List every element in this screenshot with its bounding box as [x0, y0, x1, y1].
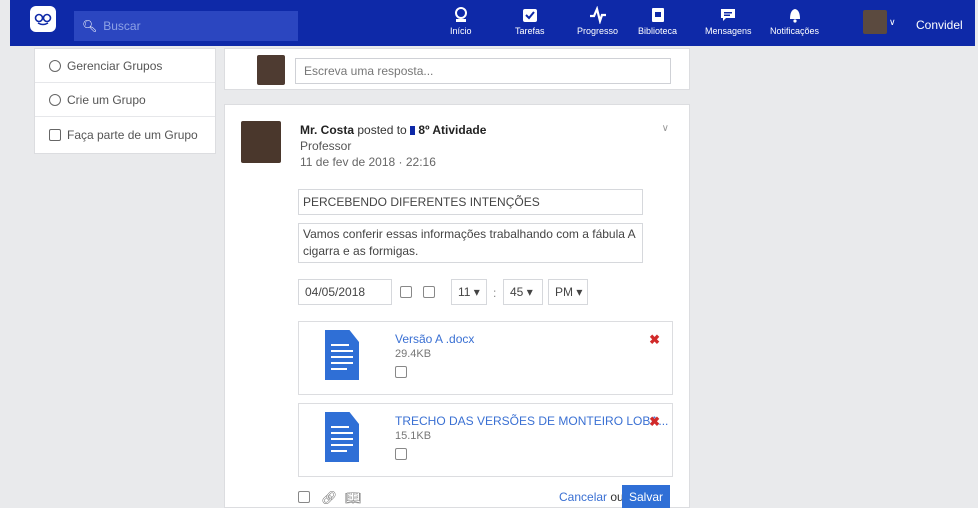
groups-sidebar: Gerenciar Grupos Crie um Grupo Faça part…: [34, 48, 216, 154]
save-button[interactable]: Salvar: [622, 485, 670, 508]
link-icon[interactable]: 🔗︎: [321, 490, 338, 505]
minute-value: 45: [510, 285, 524, 299]
ampm-select[interactable]: PM ▾: [548, 279, 588, 305]
title-field[interactable]: PERCEBENDO DIFERENTES INTENÇÕES: [298, 189, 643, 215]
nav-biblioteca[interactable]: Biblioteca: [638, 6, 677, 36]
reply-input[interactable]: Escreva uma resposta...: [295, 58, 671, 84]
sidebar-item-faca-parte[interactable]: Faça parte de um Grupo: [35, 117, 215, 153]
notifications-icon: [789, 9, 800, 23]
group-color-icon: [410, 126, 416, 135]
attachment-size: 29.4KB: [395, 348, 432, 360]
hour-value: 11: [458, 285, 471, 299]
note-icon[interactable]: [298, 491, 310, 503]
author-name[interactable]: Mr. Costa: [300, 123, 354, 137]
user-name[interactable]: Convidel: [916, 18, 963, 32]
edmodo-logo-icon[interactable]: [30, 6, 56, 32]
nav-inicio[interactable]: Início: [450, 6, 472, 36]
attachment-size: 15.1KB: [395, 430, 432, 442]
attachment-name[interactable]: Versão A .docx: [395, 332, 474, 346]
nav-label: Biblioteca: [638, 26, 678, 36]
author-avatar[interactable]: [241, 121, 281, 163]
comment-icon[interactable]: [395, 366, 407, 378]
cancel-link[interactable]: Cancelar: [559, 490, 607, 504]
plus-circle-icon: [49, 93, 61, 106]
nav-progresso[interactable]: Progresso: [577, 6, 618, 36]
word-document-icon: [325, 330, 359, 380]
top-navigation-bar: 🔍︎ Buscar Início Tarefas Progresso Bibli…: [10, 0, 975, 46]
time-separator: :: [493, 286, 497, 300]
calendar-icon[interactable]: [423, 286, 435, 298]
minute-select[interactable]: 45 ▾: [503, 279, 543, 305]
nav-label: Tarefas: [515, 26, 545, 36]
sidebar-item-gerenciar-grupos[interactable]: Gerenciar Grupos: [35, 49, 215, 83]
comment-icon[interactable]: [395, 448, 407, 460]
nav-tarefas[interactable]: Tarefas: [515, 6, 545, 36]
ampm-value: PM: [555, 285, 573, 299]
sidebar-item-label: Gerenciar Grupos: [67, 58, 163, 73]
post-date: 11 de fev de 2018 · 22:16: [300, 155, 436, 169]
attachment-card[interactable]: Versão A .docx 29.4KB ✖: [298, 321, 673, 395]
group-name[interactable]: 8º Atividade: [418, 123, 486, 137]
remove-attachment-icon[interactable]: ✖: [649, 414, 660, 430]
gear-icon: [49, 59, 61, 72]
cancel-area: Cancelar ou: [559, 490, 624, 504]
user-avatar[interactable]: [863, 10, 887, 34]
chevron-down-icon[interactable]: ∨: [889, 17, 896, 28]
hour-select[interactable]: 11 ▾: [451, 279, 487, 305]
progress-icon: [589, 6, 606, 24]
posted-to-text: posted to: [357, 123, 407, 137]
nav-label: Mensagens: [705, 26, 752, 36]
sidebar-item-label: Crie um Grupo: [67, 92, 146, 107]
attachment-name[interactable]: TRECHO DAS VERSÕES DE MONTEIRO LOBA...: [395, 414, 668, 428]
nav-notificacoes[interactable]: Notificações: [770, 6, 819, 36]
home-icon: [454, 7, 467, 22]
author-role: Professor: [300, 139, 352, 153]
search-icon: 🔍︎: [82, 19, 98, 33]
sidebar-item-label: Faça parte de um Grupo: [67, 128, 198, 142]
nav-label: Início: [450, 26, 472, 36]
reply-card: Escreva uma resposta...: [224, 48, 690, 90]
search-input[interactable]: 🔍︎ Buscar: [74, 11, 298, 41]
library-icon: [651, 8, 664, 22]
post-card: Mr. Costa posted to 8º Atividade Profess…: [224, 104, 690, 508]
sidebar-item-crie-grupo[interactable]: Crie um Grupo: [35, 83, 215, 117]
body-field[interactable]: Vamos conferir essas informações trabalh…: [298, 223, 643, 263]
word-document-icon: [325, 412, 359, 462]
tasks-icon: [522, 9, 537, 22]
nav-mensagens[interactable]: Mensagens: [705, 6, 752, 36]
avatar: [257, 55, 285, 85]
chevron-down-icon[interactable]: ∨: [662, 123, 669, 134]
messages-icon: [721, 9, 736, 21]
attachment-card[interactable]: TRECHO DAS VERSÕES DE MONTEIRO LOBA... 1…: [298, 403, 673, 477]
search-placeholder: Buscar: [103, 19, 141, 33]
nav-label: Notificações: [770, 26, 820, 36]
due-date-input[interactable]: 04/05/2018: [298, 279, 392, 305]
nav-label: Progresso: [577, 26, 619, 36]
calendar-icon[interactable]: [400, 286, 412, 298]
group-icon: [49, 129, 61, 141]
library-icon[interactable]: 📖︎: [345, 490, 362, 505]
post-header: Mr. Costa posted to 8º Atividade: [300, 123, 486, 137]
remove-attachment-icon[interactable]: ✖: [649, 332, 660, 348]
